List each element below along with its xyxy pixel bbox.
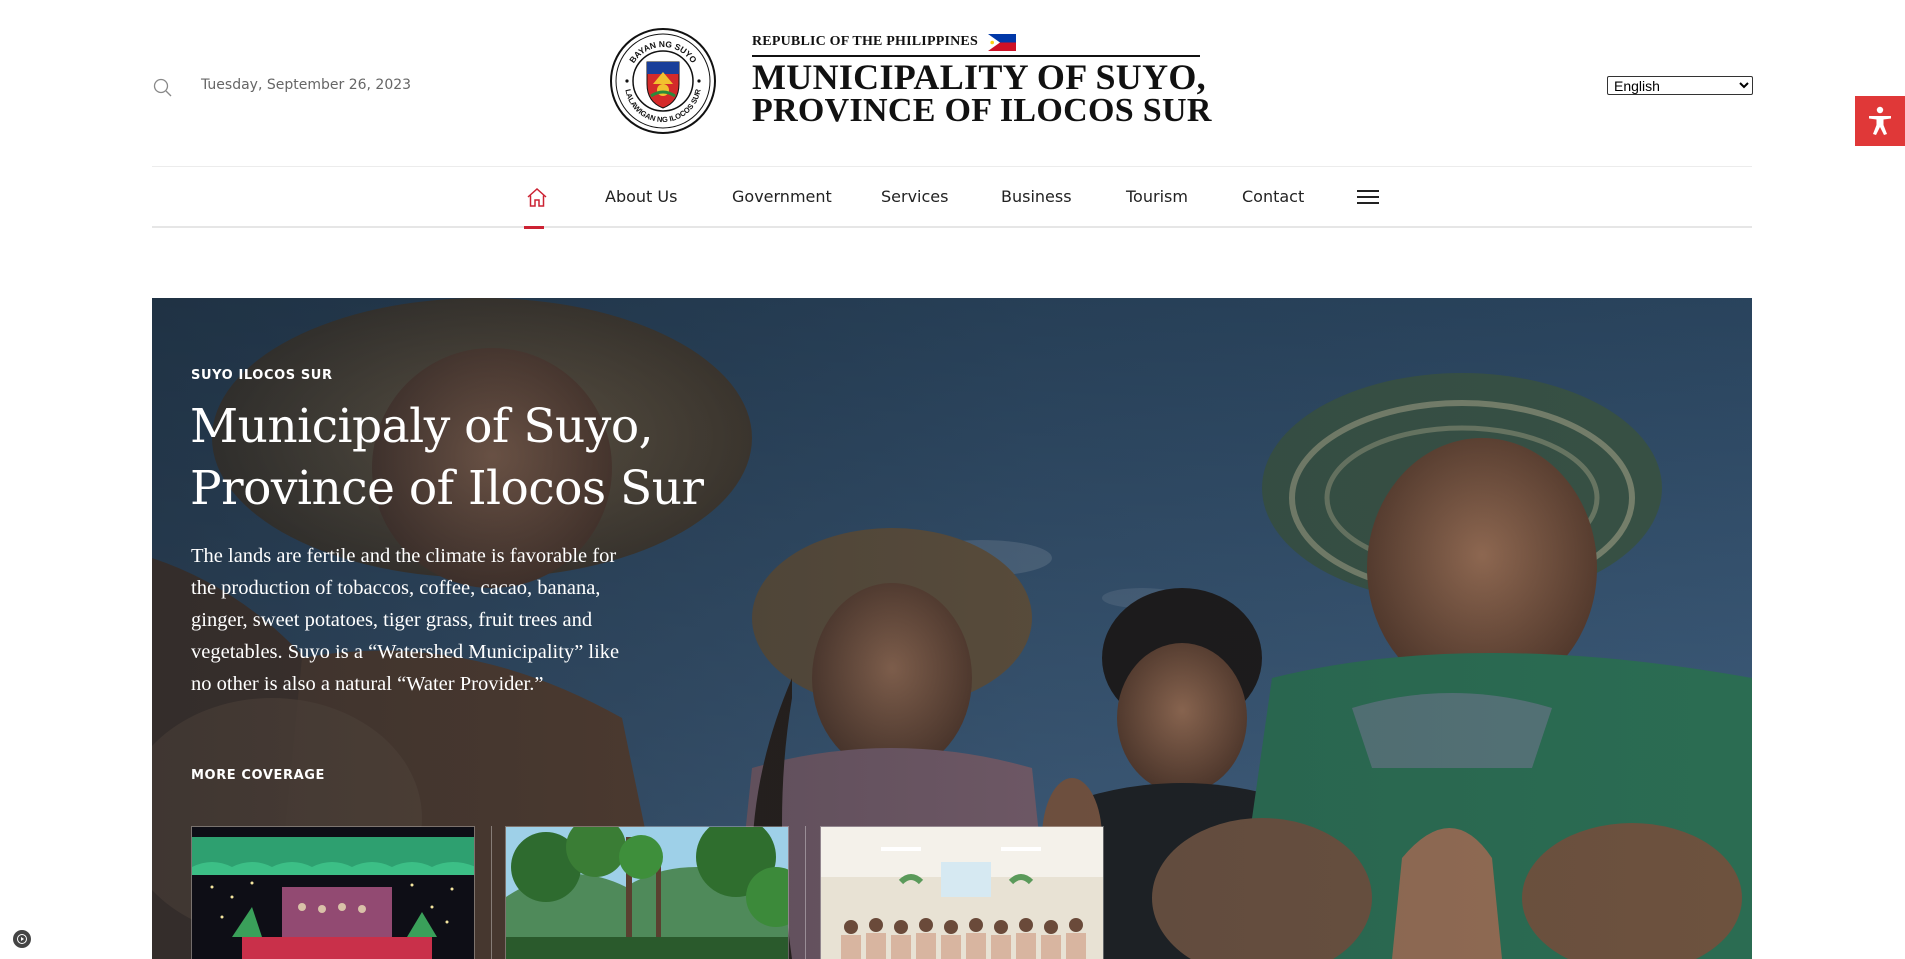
play-icon xyxy=(17,934,27,944)
hero-eyebrow: SUYO ILOCOS SUR xyxy=(191,368,333,383)
coverage-image xyxy=(192,827,474,959)
republic-label: REPUBLIC OF THE PHILIPPINES xyxy=(752,34,978,49)
more-coverage-label: MORE COVERAGE xyxy=(191,768,326,783)
coverage-image xyxy=(821,827,1103,959)
main-navigation: About Us Government Services Business To… xyxy=(152,166,1752,229)
philippine-flag-icon xyxy=(987,33,1016,51)
municipality-title: MUNICIPALITY OF SUYO, xyxy=(752,57,1206,97)
coverage-thumbnail[interactable] xyxy=(820,826,1104,959)
home-icon[interactable] xyxy=(525,186,549,210)
current-date: Tuesday, September 26, 2023 xyxy=(201,77,412,93)
media-control-button[interactable] xyxy=(13,930,31,948)
site-title: REPUBLIC OF THE PHILIPPINES MUNICIPALITY… xyxy=(752,32,1212,129)
municipal-seal-logo[interactable]: BAYAN NG SUYO LALAWIGAN NG ILOCOS SUR xyxy=(609,26,717,136)
language-select[interactable]: English xyxy=(1607,76,1753,95)
hero-title[interactable]: Municipaly of Suyo, Province of Ilocos S… xyxy=(190,396,870,520)
nav-services[interactable]: Services xyxy=(881,187,948,206)
hamburger-menu-icon[interactable] xyxy=(1357,188,1379,206)
nav-business[interactable]: Business xyxy=(1001,187,1072,206)
nav-contact[interactable]: Contact xyxy=(1242,187,1304,206)
nav-tourism[interactable]: Tourism xyxy=(1126,187,1188,206)
accessibility-button[interactable] xyxy=(1855,96,1905,146)
hero-banner: SUYO ILOCOS SUR Municipaly of Suyo, Prov… xyxy=(152,298,1752,959)
nav-about-us[interactable]: About Us xyxy=(605,187,677,206)
thumbnail-divider xyxy=(491,826,492,959)
coverage-thumbnail[interactable] xyxy=(191,826,475,959)
coverage-image xyxy=(506,827,788,959)
thumbnail-divider xyxy=(805,826,806,959)
accessibility-icon xyxy=(1869,106,1891,135)
site-header: Tuesday, September 26, 2023 BAYAN NG SUY… xyxy=(0,0,1905,166)
nav-government[interactable]: Government xyxy=(732,187,832,206)
search-icon[interactable] xyxy=(152,77,174,99)
active-nav-indicator xyxy=(524,226,544,229)
hero-description: The lands are fertile and the climate is… xyxy=(191,545,620,695)
province-title: PROVINCE OF ILOCOS SUR xyxy=(752,92,1212,129)
coverage-thumbnail[interactable] xyxy=(505,826,789,959)
